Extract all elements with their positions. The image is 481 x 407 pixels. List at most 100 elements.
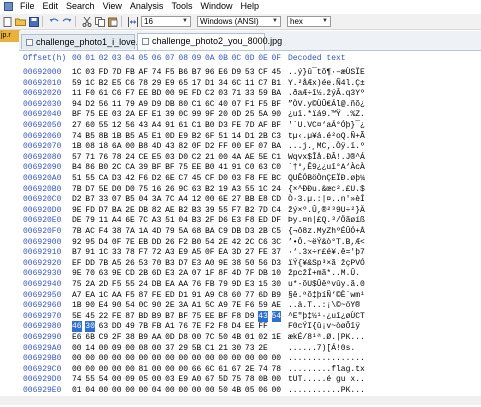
- hex-byte[interactable]: EE: [99, 109, 109, 120]
- hex-byte[interactable]: 77: [245, 290, 255, 301]
- hex-byte[interactable]: B0: [205, 162, 215, 173]
- hex-byte[interactable]: 9C: [178, 184, 188, 195]
- hex-byte[interactable]: 00: [99, 343, 109, 354]
- hex-byte[interactable]: 6E: [125, 215, 135, 226]
- hex-byte[interactable]: AE: [165, 205, 175, 216]
- hex-byte[interactable]: B3: [165, 258, 175, 269]
- hex-byte[interactable]: 55: [99, 120, 109, 131]
- hex-byte[interactable]: AA: [152, 332, 162, 343]
- hex-byte[interactable]: D8: [178, 332, 188, 343]
- hex-byte[interactable]: EE: [192, 162, 202, 173]
- hex-byte[interactable]: C7: [258, 78, 268, 89]
- hex-byte[interactable]: 1C: [99, 247, 109, 258]
- hex-byte[interactable]: 2B: [139, 268, 149, 279]
- hex-byte[interactable]: A0: [205, 258, 215, 269]
- hex-byte[interactable]: 39: [205, 205, 215, 216]
- hex-byte[interactable]: FB: [152, 321, 162, 332]
- hex-byte[interactable]: 00: [165, 353, 175, 364]
- hex-byte[interactable]: D4: [232, 321, 242, 332]
- hex-byte[interactable]: 6C: [205, 99, 215, 110]
- hex-byte[interactable]: ED: [258, 215, 268, 226]
- hex-byte[interactable]: 07: [192, 268, 202, 279]
- redo-icon[interactable]: [61, 16, 72, 27]
- app-icon[interactable]: [4, 2, 13, 11]
- hex-byte[interactable]: 91: [85, 247, 95, 258]
- hex-byte[interactable]: DB: [152, 279, 162, 290]
- hex-byte[interactable]: 33: [99, 194, 109, 205]
- hex-byte[interactable]: 00: [72, 343, 82, 354]
- hex-byte[interactable]: A4: [112, 215, 122, 226]
- hex-byte[interactable]: 00: [99, 364, 109, 375]
- hex-byte[interactable]: BF: [218, 311, 228, 322]
- horizontal-scrollbar[interactable]: [0, 396, 481, 405]
- hex-byte[interactable]: 63: [99, 268, 109, 279]
- row-decoded-text[interactable]: ·‘.3x÷r£é¥.ê='þ7: [288, 247, 365, 258]
- hex-byte[interactable]: 70: [85, 268, 95, 279]
- hex-byte[interactable]: D7: [85, 184, 95, 195]
- hex-row[interactable]: 006920D0 9E FD D7 BA 2E DB 82 AE B2 B3 39 55 F7 B2 7D C4…: [19, 205, 481, 216]
- hex-byte[interactable]: 96: [205, 67, 215, 78]
- hex-byte[interactable]: 00: [72, 364, 82, 375]
- row-decoded-text[interactable]: §ê.ªõ‡þíÑ‘©È`wm¹: [288, 290, 365, 301]
- row-decoded-text[interactable]: ......7)[Á!0s.: [288, 343, 355, 354]
- hex-byte[interactable]: 7E: [125, 237, 135, 248]
- hex-row[interactable]: 00692030 94 D2 56 11 79 A9 D9 DB 80 C1 6C 40 07 F1 F5 BF…: [19, 99, 481, 110]
- row-decoded-text[interactable]: Þy.¤n|£Q.³/Öãøíß: [288, 215, 365, 226]
- hex-row[interactable]: 00692970 5E 45 22 FE 87 BD B9 B7 BF 75 EE BF F8 D9 43 54…: [19, 310, 481, 322]
- open-folder-icon[interactable]: [15, 16, 26, 27]
- hex-byte[interactable]: 29: [178, 343, 188, 354]
- hex-byte[interactable]: 2E: [218, 237, 228, 248]
- hex-byte[interactable]: EE: [139, 88, 149, 99]
- hex-byte[interactable]: 37: [165, 343, 175, 354]
- hex-byte[interactable]: EF: [72, 258, 82, 269]
- row-decoded-text[interactable]: ..ý}û¯tõ¶·–æÙSÏE: [288, 67, 365, 78]
- hex-byte[interactable]: F0: [85, 88, 95, 99]
- hex-byte[interactable]: 41: [218, 162, 228, 173]
- menu-edit[interactable]: Edit: [39, 0, 63, 13]
- hex-byte[interactable]: 50: [218, 385, 228, 396]
- hex-byte[interactable]: A5: [192, 247, 202, 258]
- hex-byte[interactable]: F8: [245, 215, 255, 226]
- hex-row[interactable]: 00692950 A7 EA 1C AA F5 87 FE ED D1 91 A9 C8 60 77 6D B9…: [19, 290, 481, 301]
- hex-byte[interactable]: B0: [205, 120, 215, 131]
- hex-byte[interactable]: 00: [165, 88, 175, 99]
- hex-byte[interactable]: 04: [85, 385, 95, 396]
- hex-byte[interactable]: 2E: [165, 300, 175, 311]
- hex-byte[interactable]: C9: [218, 226, 228, 237]
- hex-byte[interactable]: 00: [125, 353, 135, 364]
- column-width-icon[interactable]: [127, 16, 138, 27]
- row-decoded-text[interactable]: '`U.VC¤‘aÁ°Óþ}¯¿: [288, 120, 365, 131]
- hex-byte[interactable]: CA: [99, 173, 109, 184]
- hex-byte[interactable]: 29: [152, 78, 162, 89]
- hex-byte[interactable]: CF: [205, 173, 215, 184]
- hex-byte[interactable]: 49: [125, 321, 135, 332]
- hex-byte[interactable]: 03: [232, 173, 242, 184]
- hex-row[interactable]: 006920C0 D2 B7 33 07 B5 04 3A 7C A4 12 00 6E 27 BB E8 CD…: [19, 194, 481, 205]
- hex-byte[interactable]: 79: [218, 279, 228, 290]
- hex-byte[interactable]: 75: [72, 279, 82, 290]
- hex-row[interactable]: 006929D0 74 55 54 00 09 05 00 03 E9 A0 67 5D 75 78 0B 00…: [19, 374, 481, 385]
- hex-byte[interactable]: 01: [245, 332, 255, 343]
- hex-byte[interactable]: E3: [192, 258, 202, 269]
- hex-byte[interactable]: 2E: [258, 343, 268, 354]
- hex-byte[interactable]: B2: [192, 131, 202, 142]
- hex-byte[interactable]: 66: [192, 364, 202, 375]
- hex-byte[interactable]: 00: [232, 141, 242, 152]
- hex-byte[interactable]: 7E: [232, 300, 242, 311]
- hex-byte[interactable]: FE: [258, 173, 268, 184]
- hex-row[interactable]: 006920F0 7B AC F4 38 7A 1A 4D 79 5A 68 BA C9 DB D3 2B C5…: [19, 226, 481, 237]
- hex-byte[interactable]: FD: [192, 88, 202, 99]
- row-decoded-text[interactable]: ...........PK...: [288, 385, 365, 396]
- hex-byte[interactable]: C2: [192, 152, 202, 163]
- hex-byte[interactable]: A4: [152, 120, 162, 131]
- hex-byte[interactable]: 54: [205, 237, 215, 248]
- hex-byte[interactable]: 51: [218, 131, 228, 142]
- hex-byte[interactable]: 75: [192, 311, 202, 322]
- hex-byte[interactable]: 7C: [165, 194, 175, 205]
- hex-byte[interactable]: 5E: [99, 184, 109, 195]
- hex-byte[interactable]: 63: [258, 162, 268, 173]
- hex-byte[interactable]: ED: [165, 290, 175, 301]
- hex-byte[interactable]: 51: [165, 215, 175, 226]
- hex-byte[interactable]: D2: [85, 99, 95, 110]
- hex-byte[interactable]: AA: [112, 290, 122, 301]
